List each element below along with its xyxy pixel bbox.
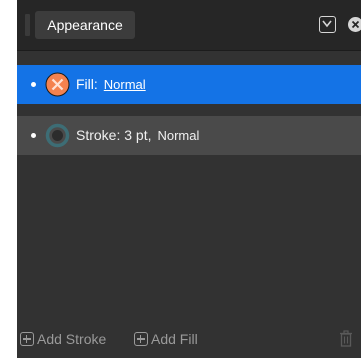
fill-blend-mode-link[interactable]: Normal xyxy=(104,77,146,92)
panel-footer: Add Stroke Add Fill xyxy=(17,325,361,358)
close-icon xyxy=(351,20,360,29)
tab-appearance[interactable]: Appearance xyxy=(35,11,135,39)
add-stroke-label: Add Stroke xyxy=(37,331,107,347)
chevron-down-icon xyxy=(322,20,332,28)
visibility-bullet[interactable] xyxy=(31,133,36,138)
add-fill-button[interactable]: Add Fill xyxy=(134,328,198,350)
fill-item-label: Fill: Normal xyxy=(76,65,146,104)
appearance-item-fill[interactable]: Fill: Normal xyxy=(17,65,361,104)
stroke-blend-mode[interactable]: Normal xyxy=(157,128,199,143)
panel-menu-button[interactable] xyxy=(319,16,336,33)
add-icon xyxy=(20,332,34,347)
add-icon xyxy=(134,332,148,347)
add-fill-label: Add Fill xyxy=(151,331,198,347)
drag-handle[interactable] xyxy=(25,14,30,36)
stroke-swatch-icon[interactable] xyxy=(45,123,70,148)
add-stroke-button[interactable]: Add Stroke xyxy=(20,328,106,350)
stroke-type-label: Stroke: 3 pt, xyxy=(76,127,152,143)
trash-icon[interactable] xyxy=(339,330,353,347)
stroke-item-label: Stroke: 3 pt, Normal xyxy=(76,116,199,155)
close-button[interactable] xyxy=(348,17,361,32)
visibility-bullet[interactable] xyxy=(31,82,36,87)
fill-type-label: Fill: xyxy=(76,76,98,92)
panel-header: Appearance xyxy=(17,0,361,51)
no-fill-swatch-icon[interactable] xyxy=(45,72,70,97)
appearance-item-stroke[interactable]: Stroke: 3 pt, Normal xyxy=(17,116,361,155)
appearance-panel: Appearance Fill: Normal Stroke: 3 pt, No… xyxy=(17,0,361,358)
